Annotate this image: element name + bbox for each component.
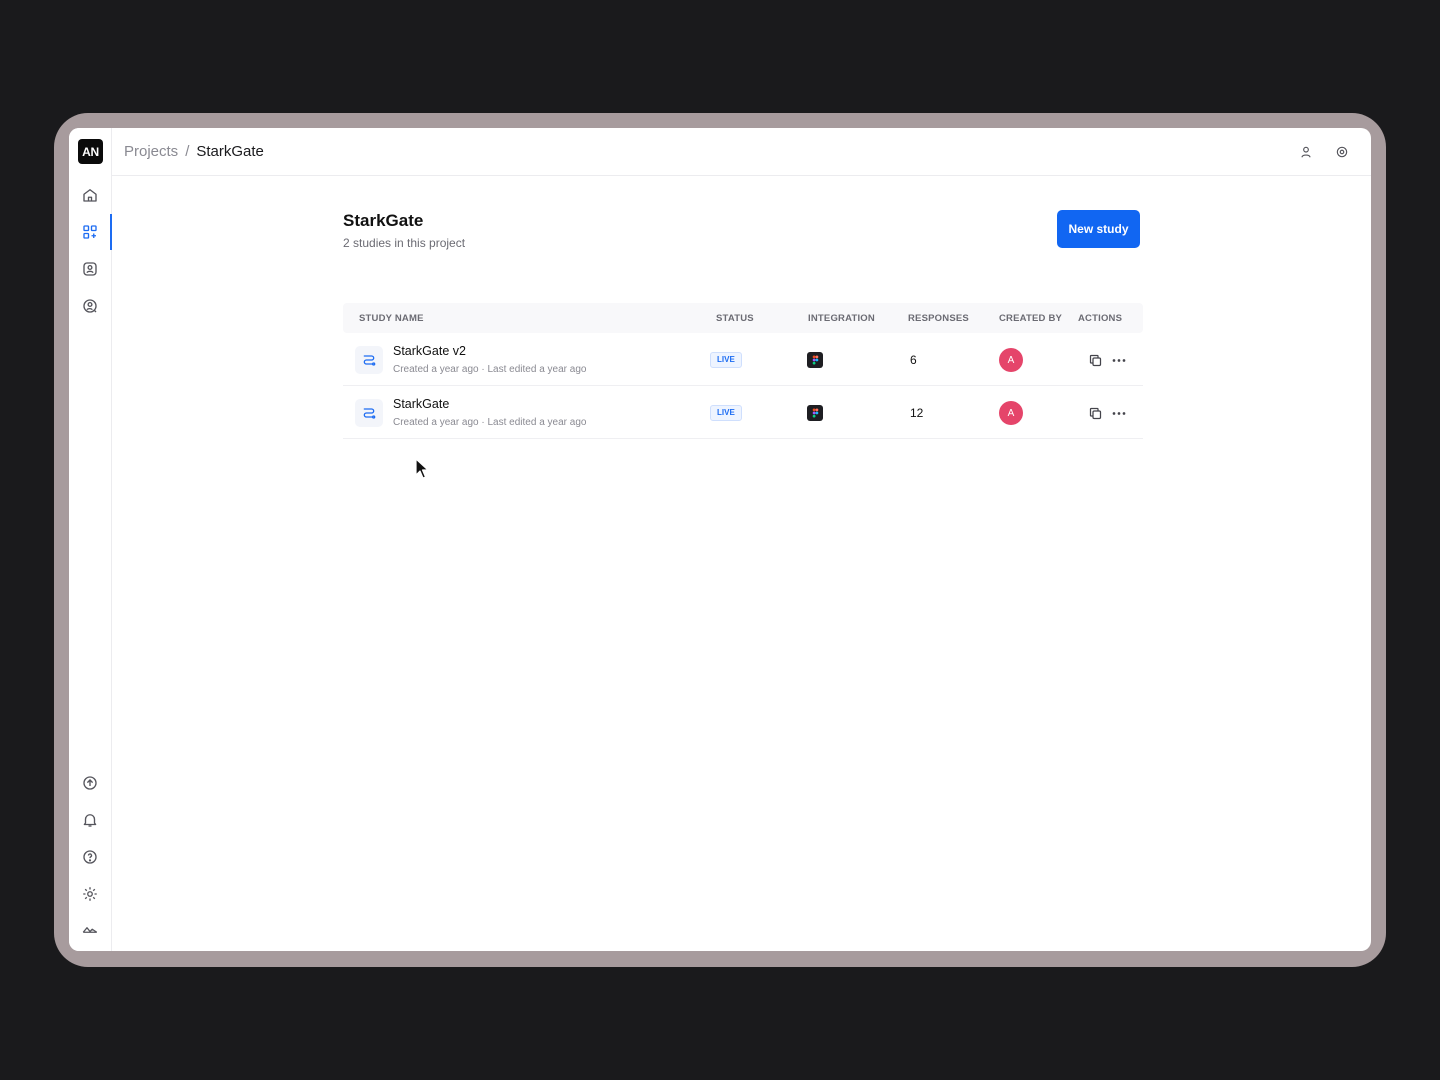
col-study-name[interactable]: STUDY NAME	[359, 313, 424, 324]
figma-icon	[807, 352, 823, 368]
help-icon[interactable]	[80, 847, 100, 867]
study-meta: Created a year ago · Last edited a year …	[393, 364, 587, 375]
app-window: AN Projects / StarkGate StarkGate 2 stud…	[69, 128, 1371, 951]
device-frame: AN Projects / StarkGate StarkGate 2 stud…	[54, 113, 1386, 967]
study-flow-icon	[355, 346, 383, 374]
breadcrumb: Projects / StarkGate	[124, 143, 264, 160]
upload-icon[interactable]	[80, 773, 100, 793]
brand-icon[interactable]	[80, 920, 100, 940]
response-count: 12	[910, 406, 924, 420]
status-badge: LIVE	[710, 352, 742, 368]
more-options-icon[interactable]	[1110, 405, 1128, 421]
user-icon[interactable]	[1295, 141, 1317, 163]
status-badge: LIVE	[710, 405, 742, 421]
col-responses[interactable]: RESPONSES	[908, 313, 969, 324]
sidebar-active-indicator	[110, 214, 112, 250]
study-name[interactable]: StarkGate v2	[393, 344, 466, 358]
home-icon[interactable]	[80, 185, 100, 205]
projects-grid-icon[interactable]	[80, 222, 100, 242]
gear-icon[interactable]	[80, 884, 100, 904]
table-header: STUDY NAME STATUS INTEGRATION RESPONSES …	[343, 303, 1143, 333]
col-created-by[interactable]: CREATED BY	[999, 313, 1062, 324]
sidebar: AN	[69, 128, 112, 951]
settings-icon[interactable]	[1331, 141, 1353, 163]
figma-icon	[807, 405, 823, 421]
avatar[interactable]: A	[999, 401, 1023, 425]
breadcrumb-projects[interactable]: Projects	[124, 143, 178, 160]
top-bar: Projects / StarkGate	[112, 128, 1371, 176]
col-actions: ACTIONS	[1078, 313, 1123, 324]
breadcrumb-current: StarkGate	[196, 143, 264, 160]
more-options-icon[interactable]	[1110, 352, 1128, 368]
table-row[interactable]: StarkGate v2 Created a year ago · Last e…	[343, 333, 1143, 386]
study-meta: Created a year ago · Last edited a year …	[393, 417, 587, 428]
study-flow-icon	[355, 399, 383, 427]
study-name[interactable]: StarkGate	[393, 397, 449, 411]
avatar[interactable]: A	[999, 348, 1023, 372]
user-search-icon[interactable]	[80, 296, 100, 316]
response-count: 6	[910, 353, 917, 367]
studies-table: STUDY NAME STATUS INTEGRATION RESPONSES …	[343, 303, 1143, 439]
workspace-logo[interactable]: AN	[78, 139, 103, 164]
duplicate-icon[interactable]	[1087, 352, 1103, 368]
bell-icon[interactable]	[80, 810, 100, 830]
mouse-cursor-icon	[415, 458, 429, 479]
col-status[interactable]: STATUS	[716, 313, 754, 324]
page-subtitle: 2 studies in this project	[343, 236, 466, 250]
contacts-book-icon[interactable]	[80, 259, 100, 279]
breadcrumb-separator: /	[185, 143, 190, 160]
page-title: StarkGate	[343, 211, 424, 230]
table-row[interactable]: StarkGate Created a year ago · Last edit…	[343, 386, 1143, 439]
duplicate-icon[interactable]	[1087, 405, 1103, 421]
new-study-button[interactable]: New study	[1057, 210, 1140, 248]
col-integration[interactable]: INTEGRATION	[808, 313, 875, 324]
